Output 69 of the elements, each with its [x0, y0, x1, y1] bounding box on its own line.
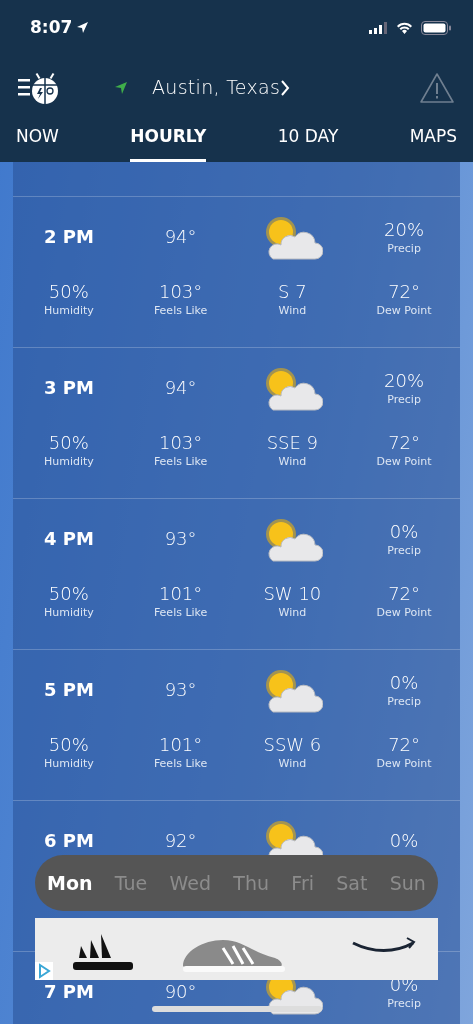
hour-label: 6 PM: [42, 829, 95, 853]
wind-label: Wind: [277, 455, 308, 469]
humidity-value: 50%: [47, 431, 90, 455]
precip-value: 20%: [383, 369, 426, 393]
tab[interactable]: NOW: [16, 123, 59, 162]
precip-label: Precip: [386, 544, 422, 558]
humidity-value: 50%: [47, 582, 90, 606]
feels-like-label: Feels Like: [152, 606, 209, 620]
feels-like-value: 103°: [157, 431, 204, 455]
temperature: 94°: [163, 376, 198, 400]
dew-point-value: 72°: [387, 431, 422, 455]
tab[interactable]: 10 DAY: [277, 123, 339, 162]
dew-point-label: Dew Point: [375, 606, 433, 620]
wind-label: Wind: [277, 757, 308, 771]
hour-label: 4 PM: [42, 527, 95, 551]
feels-like-value: 101°: [157, 582, 204, 606]
humidity-value: 50%: [47, 733, 90, 757]
location-link[interactable]: Austin, Texas: [152, 73, 281, 102]
ad-choices-icon[interactable]: [35, 962, 53, 980]
feels-like-value: 103°: [157, 280, 204, 304]
feels-like-label: Feels Like: [152, 455, 209, 469]
status-time: 8:07: [30, 15, 73, 39]
wind-value: SSE 9: [265, 431, 320, 455]
hour-label: 7 PM: [42, 980, 95, 1004]
tab[interactable]: MAPS: [409, 123, 457, 162]
temperature: 92°: [163, 829, 198, 853]
chevron-right-icon[interactable]: [280, 78, 291, 97]
feels-like-label: Feels Like: [152, 304, 209, 318]
feels-like-label: Feels Like: [152, 757, 209, 771]
wind-label: Wind: [277, 606, 308, 620]
precip-label: Precip: [386, 695, 422, 709]
dew-point-value: 72°: [387, 582, 422, 606]
hour-label: 2 PM: [42, 225, 95, 249]
wind-value: SW 10: [262, 582, 323, 606]
dew-point-label: Dew Point: [375, 455, 433, 469]
wifi-icon: [396, 21, 413, 34]
temperature: 94°: [163, 225, 198, 249]
humidity-label: Humidity: [42, 455, 95, 469]
tab[interactable]: HOURLY: [130, 123, 207, 162]
dew-point-value: 72°: [387, 733, 422, 757]
precip-label: Precip: [386, 393, 422, 407]
dew-point-label: Dew Point: [375, 757, 433, 771]
precip-value: 20%: [383, 218, 426, 242]
precip-label: Precip: [386, 997, 422, 1011]
precip-value: 0%: [388, 671, 420, 695]
day-tab[interactable]: Mon: [43, 868, 97, 898]
hour-label: 3 PM: [42, 376, 95, 400]
wind-value: S 7: [277, 280, 308, 304]
humidity-label: Humidity: [42, 304, 95, 318]
dew-point-value: 72°: [387, 280, 422, 304]
warning-icon[interactable]: [419, 71, 455, 104]
temperature: 93°: [163, 527, 198, 551]
humidity-value: 50%: [47, 280, 90, 304]
precip-value: 0%: [388, 520, 420, 544]
battery-icon: [421, 20, 451, 35]
precip-label: Precip: [386, 242, 422, 256]
humidity-label: Humidity: [42, 757, 95, 771]
wind-label: Wind: [277, 304, 308, 318]
dew-point-label: Dew Point: [375, 304, 433, 318]
temperature: 90°: [163, 980, 198, 1004]
wind-value: SSW 6: [262, 733, 323, 757]
temperature: 93°: [163, 678, 198, 702]
location-arrow-icon: [114, 80, 128, 95]
location-arrow-icon: [76, 21, 90, 34]
feels-like-value: 101°: [157, 733, 204, 757]
hour-label: 5 PM: [42, 678, 95, 702]
humidity-label: Humidity: [42, 606, 95, 620]
precip-value: 0%: [388, 829, 420, 853]
signal-icon: [369, 21, 388, 34]
